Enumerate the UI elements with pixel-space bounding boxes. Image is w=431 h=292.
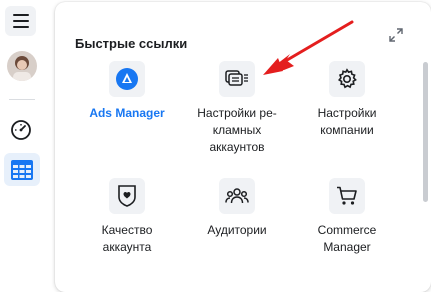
people-icon (219, 178, 255, 214)
tile-label: Настройки ре-кламных аккаунтов (197, 106, 277, 154)
tile-commerce-manager[interactable]: Commerce Manager (292, 178, 402, 256)
all-tools-button[interactable] (4, 153, 40, 186)
hamburger-icon (12, 14, 29, 28)
performance-gauge-icon[interactable] (10, 119, 32, 141)
ad-accounts-settings-icon (219, 61, 255, 97)
quick-links-panel: Быстрые ссылки Ads Manager Настройки ре-… (55, 2, 431, 292)
ads-manager-icon (109, 61, 145, 97)
tile-ad-account-settings[interactable]: Настройки ре-кламных аккаунтов (182, 61, 292, 156)
rail-divider (9, 99, 35, 100)
tile-ads-manager[interactable]: Ads Manager (72, 61, 182, 122)
avatar[interactable] (7, 51, 37, 81)
tile-label: Commerce Manager (317, 223, 377, 254)
table-grid-icon (11, 159, 33, 180)
cart-icon (329, 178, 365, 214)
tile-label: Ads Manager (89, 106, 165, 120)
expand-icon[interactable] (389, 28, 403, 42)
gear-icon (329, 61, 365, 97)
tile-label: Качество аккаунта (101, 223, 153, 254)
tile-business-settings[interactable]: Настройки компании (292, 61, 402, 139)
tile-account-quality[interactable]: Качество аккаунта (72, 178, 182, 256)
shield-icon (109, 178, 145, 214)
tile-audiences[interactable]: Аудитории (182, 178, 292, 239)
tile-label: Настройки компании (317, 106, 377, 137)
left-nav-rail (0, 0, 46, 273)
panel-scrollbar[interactable] (423, 62, 428, 202)
panel-title: Быстрые ссылки (75, 36, 188, 51)
tile-label: Аудитории (207, 223, 267, 237)
menu-button[interactable] (5, 6, 36, 36)
